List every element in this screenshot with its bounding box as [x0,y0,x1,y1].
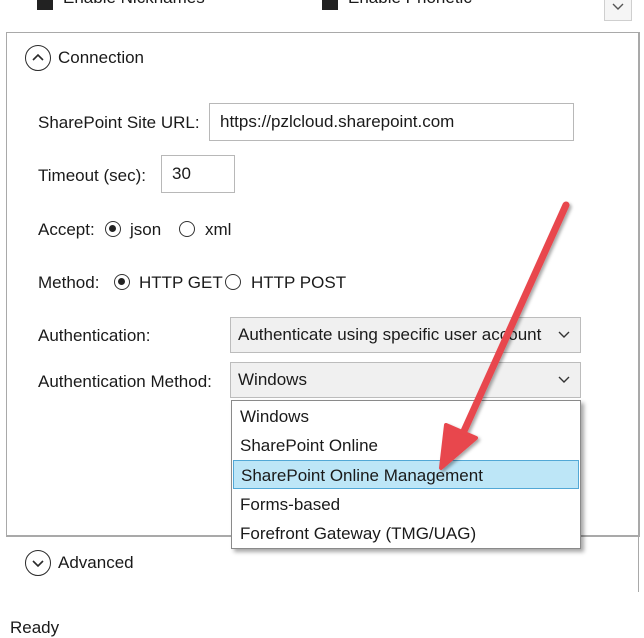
chevron-up-icon [32,53,44,61]
site-url-label: SharePoint Site URL: [38,113,200,132]
authentication-select[interactable]: Authenticate using specific user account [230,317,581,353]
auth-method-label: Authentication Method: [38,372,212,391]
chevron-down-icon [32,560,44,568]
method-get-label: HTTP GET [139,273,223,292]
advanced-expand-button[interactable] [25,550,51,576]
connection-title: Connection [58,48,145,67]
top-options-row: Enable Nicknames Enable Phonetic [0,0,644,30]
chevron-down-icon [558,376,570,383]
phonetic-label: Enable Phonetic [348,0,472,8]
accept-json-label: json [130,220,162,239]
timeout-label: Timeout (sec): [38,166,147,185]
phonetic-checkbox[interactable] [322,0,338,10]
dropdown-option-windows[interactable]: Windows [233,402,579,431]
dropdown-option-sharepoint-online[interactable]: SharePoint Online [233,431,579,460]
site-url-input[interactable]: https://pzlcloud.sharepoint.com [209,103,574,141]
status-text: Ready [10,618,60,637]
method-get-radio[interactable] [114,274,130,290]
method-post-radio[interactable] [225,274,241,290]
authentication-select-value: Authenticate using specific user account [238,325,542,344]
accept-label: Accept: [38,220,95,239]
auth-method-select[interactable]: Windows [230,362,581,398]
authentication-label: Authentication: [38,326,151,345]
accept-xml-radio[interactable] [179,221,195,237]
method-post-label: HTTP POST [251,273,347,292]
panel-edge [638,32,639,592]
advanced-title: Advanced [58,553,134,572]
dropdown-option-sharepoint-online-management[interactable]: SharePoint Online Management [233,460,579,489]
timeout-input[interactable]: 30 [161,155,235,193]
auth-method-dropdown-list: Windows SharePoint Online SharePoint Onl… [231,400,581,549]
nicknames-label: Enable Nicknames [63,0,205,8]
nicknames-checkbox[interactable] [37,0,53,10]
connection-collapse-button[interactable] [25,45,51,71]
auth-method-select-value: Windows [238,370,307,389]
chevron-down-icon [612,3,624,10]
chevron-down-icon [558,331,570,338]
dropdown-option-forefront-gateway[interactable]: Forefront Gateway (TMG/UAG) [233,519,579,548]
accept-xml-label: xml [205,220,232,239]
top-scroll-button[interactable] [604,0,632,21]
accept-json-radio[interactable] [105,221,121,237]
method-label: Method: [38,273,100,292]
dropdown-option-forms-based[interactable]: Forms-based [233,490,579,519]
